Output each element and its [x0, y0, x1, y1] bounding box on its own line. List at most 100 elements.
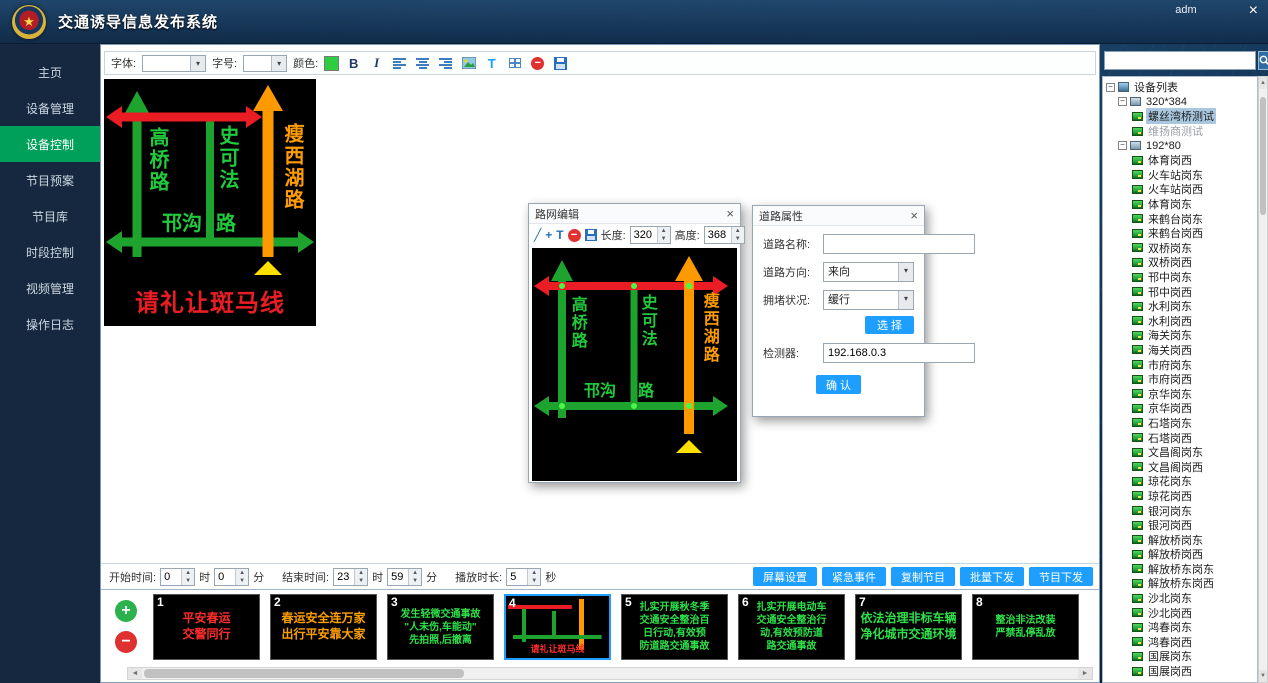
sidebar-item[interactable]: 设备控制	[0, 126, 100, 162]
program-thumbnail[interactable]: 7 依法治理非标车辆 净化城市交通环境	[855, 594, 962, 660]
action-button[interactable]: 复制节目	[891, 567, 955, 586]
scroll-up-icon[interactable]: ▲	[1259, 77, 1267, 89]
device-tree-node[interactable]: 火车站岗东	[1103, 168, 1257, 183]
roadprops-dialog-titlebar[interactable]: 道路属性 ×	[753, 206, 924, 226]
tree-collapse-icon[interactable]	[1118, 141, 1127, 150]
bold-button[interactable]: B	[345, 54, 362, 72]
tree-root-node[interactable]: 设备列表	[1103, 80, 1257, 95]
device-tree-node[interactable]: 银河岗西	[1103, 518, 1257, 533]
program-thumbnail[interactable]: 4 请礼让斑马线	[504, 594, 611, 660]
device-tree-node[interactable]: 石塔岗西	[1103, 430, 1257, 445]
program-thumbnail[interactable]: 8 整治非法改装 严禁乱停乱放	[972, 594, 1079, 660]
spinner-down-icon[interactable]: ▼	[409, 577, 421, 585]
spinner-up-icon[interactable]: ▲	[658, 227, 670, 235]
action-button[interactable]: 屏幕设置	[753, 567, 817, 586]
add-road-icon[interactable]: +	[545, 227, 552, 243]
congestion-select[interactable]: 缓行▾	[823, 290, 914, 310]
username[interactable]: adm	[1175, 4, 1196, 16]
spinner-up-icon[interactable]: ▲	[182, 569, 194, 577]
sidebar-item[interactable]: 时段控制	[0, 234, 100, 270]
sidebar-item[interactable]: 操作日志	[0, 306, 100, 342]
device-tree-node[interactable]: 解放桥东岗西	[1103, 576, 1257, 591]
detector-input[interactable]	[823, 343, 975, 363]
delete-road-button[interactable]: −	[568, 227, 581, 243]
scrollbar-thumb[interactable]	[1260, 97, 1266, 215]
spinner-down-icon[interactable]: ▼	[658, 235, 670, 243]
height-stepper[interactable]: ▲▼	[704, 226, 745, 244]
save-road-button[interactable]	[585, 227, 597, 243]
align-center-button[interactable]	[414, 54, 431, 72]
roadnet-canvas[interactable]: 高桥路 史可法 邗沟 路 瘦西湖路	[532, 248, 737, 481]
device-tree-node[interactable]: 琼花岗东	[1103, 474, 1257, 489]
align-left-button[interactable]	[391, 54, 408, 72]
action-button[interactable]: 批量下发	[960, 567, 1024, 586]
insert-image-button[interactable]	[460, 54, 477, 72]
device-tree-node[interactable]: 国展岗东	[1103, 649, 1257, 664]
device-tree-node[interactable]: 国展岗西	[1103, 664, 1257, 679]
device-tree-node[interactable]: 来鹤台岗西	[1103, 226, 1257, 241]
color-swatch[interactable]	[324, 56, 339, 71]
program-thumbnail[interactable]: 2 春运安全连万家 出行平安靠大家	[270, 594, 377, 660]
text-tool-button[interactable]: T	[483, 54, 500, 72]
device-tree-node[interactable]: 市府岗东	[1103, 357, 1257, 372]
end-hour-stepper[interactable]: ▲▼	[333, 568, 368, 586]
road-direction-select[interactable]: 来向▾	[823, 262, 914, 282]
device-tree-node[interactable]: 双桥岗西	[1103, 255, 1257, 270]
end-minute-stepper[interactable]: ▲▼	[387, 568, 422, 586]
sidebar-item[interactable]: 主页	[0, 54, 100, 90]
scroll-down-icon[interactable]: ▼	[1259, 670, 1267, 682]
layout-button[interactable]	[506, 54, 523, 72]
spinner-down-icon[interactable]: ▼	[355, 577, 367, 585]
start-minute-stepper[interactable]: ▲▼	[214, 568, 249, 586]
program-thumbnail[interactable]: 5 扎实开展秋冬季 交通安全整治百 日行动,有效预 防道路交通事故	[621, 594, 728, 660]
scrollbar-thumb[interactable]	[144, 669, 464, 678]
device-tree-node[interactable]: 螺丝湾桥测试	[1103, 109, 1257, 124]
tree-collapse-icon[interactable]	[1118, 97, 1127, 106]
window-close-button[interactable]: ×	[1249, 4, 1258, 18]
sidebar-item[interactable]: 设备管理	[0, 90, 100, 126]
device-tree-node[interactable]: 市府岗西	[1103, 372, 1257, 387]
vertical-scrollbar[interactable]: ▲ ▼	[1258, 76, 1268, 683]
device-tree-node[interactable]: 文昌阁岗西	[1103, 459, 1257, 474]
sidebar-item[interactable]: 视频管理	[0, 270, 100, 306]
sidebar-item[interactable]: 节目预案	[0, 162, 100, 198]
device-tree-node[interactable]: 192*80	[1103, 138, 1257, 153]
close-icon[interactable]: ×	[910, 209, 918, 222]
action-button[interactable]: 节目下发	[1029, 567, 1093, 586]
device-tree-node[interactable]: 京华岗东	[1103, 386, 1257, 401]
scrollbar-track[interactable]	[1259, 89, 1267, 670]
sign-preview[interactable]: 高桥路 史可法 邗沟 路 瘦西湖路 请礼让斑马线	[104, 79, 316, 326]
device-tree-node[interactable]: 邗中岗东	[1103, 270, 1257, 285]
device-tree-node[interactable]: 琼花岗西	[1103, 489, 1257, 504]
device-tree-node[interactable]: 水利岗西	[1103, 314, 1257, 329]
confirm-button[interactable]: 确 认	[816, 375, 861, 394]
scrollbar-track[interactable]	[142, 668, 1078, 679]
save-button[interactable]	[552, 54, 569, 72]
spinner-up-icon[interactable]: ▲	[355, 569, 367, 577]
close-icon[interactable]: ×	[726, 207, 734, 220]
device-tree-node[interactable]: 320*384	[1103, 95, 1257, 110]
device-tree-node[interactable]: 银河岗东	[1103, 503, 1257, 518]
device-tree-node[interactable]: 维扬商测试	[1103, 124, 1257, 139]
scroll-right-icon[interactable]: ►	[1078, 668, 1092, 679]
device-tree-node[interactable]: 沙北岗东	[1103, 591, 1257, 606]
device-tree-node[interactable]: 沙北岗西	[1103, 605, 1257, 620]
spinner-down-icon[interactable]: ▼	[236, 577, 248, 585]
device-tree-node[interactable]: 解放桥东岗东	[1103, 562, 1257, 577]
device-tree-node[interactable]: 解放桥岗东	[1103, 532, 1257, 547]
device-tree-node[interactable]: 体育岗西	[1103, 153, 1257, 168]
sidebar-item[interactable]: 节目库	[0, 198, 100, 234]
device-search-input[interactable]	[1104, 51, 1256, 70]
search-button[interactable]	[1258, 51, 1268, 70]
spinner-down-icon[interactable]: ▼	[528, 577, 540, 585]
program-thumbnail[interactable]: 1 平安春运 交警同行	[153, 594, 260, 660]
device-tree-node[interactable]: 来鹤台岗东	[1103, 211, 1257, 226]
font-size-select[interactable]: ▾	[243, 55, 287, 72]
device-tree-node[interactable]: 体育岗东	[1103, 197, 1257, 212]
action-button[interactable]: 紧急事件	[822, 567, 886, 586]
tree-collapse-icon[interactable]	[1106, 83, 1115, 92]
program-thumbnail[interactable]: 3 发生轻微交通事故 "人未伤,车能动" 先拍照,后撤离	[387, 594, 494, 660]
remove-program-button[interactable]: −	[115, 631, 137, 653]
spinner-up-icon[interactable]: ▲	[236, 569, 248, 577]
roadnet-dialog-titlebar[interactable]: 路网编辑 ×	[529, 204, 740, 224]
